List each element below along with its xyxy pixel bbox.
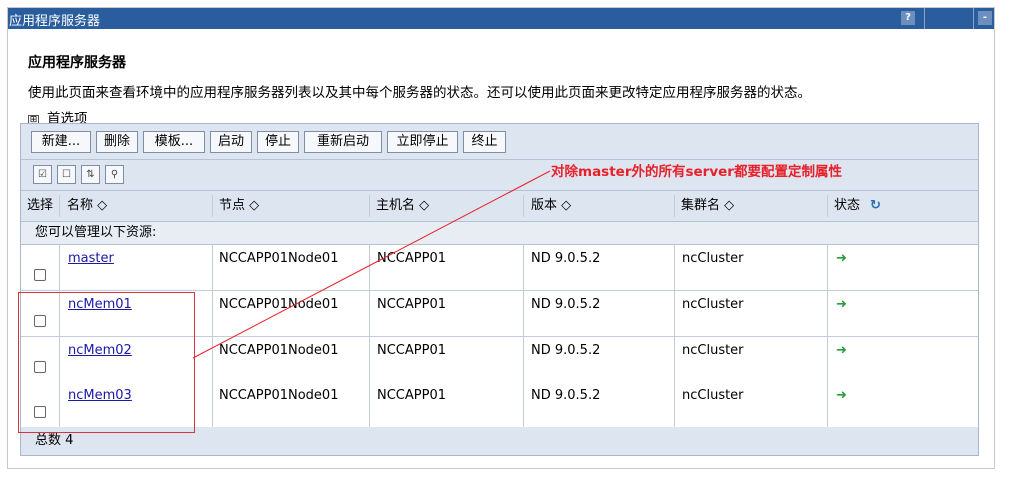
annotation-highlight-box xyxy=(18,292,195,433)
annotation-note: 对除master外的所有server都要配置定制属性 xyxy=(551,164,842,180)
annotation-line xyxy=(192,170,551,359)
